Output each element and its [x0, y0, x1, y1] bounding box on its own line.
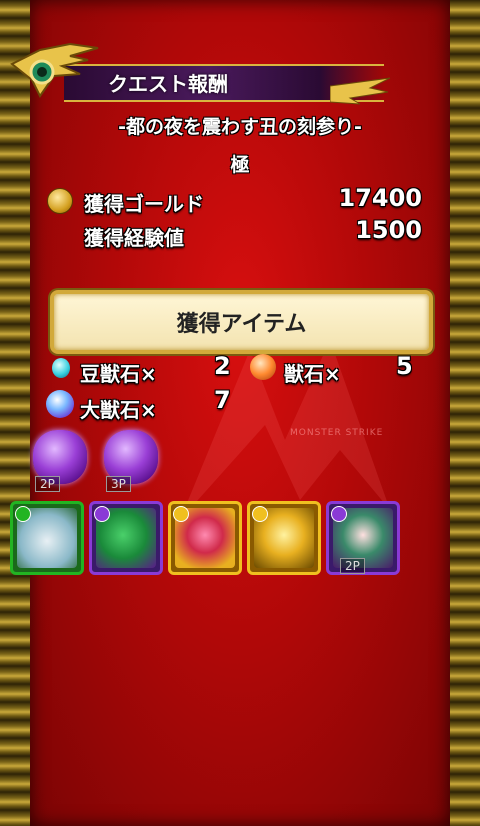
item-label-orb: 獣石× [284, 362, 341, 386]
light-element-icon [252, 506, 268, 522]
item-count-orb: 5 [396, 352, 413, 380]
egg-tag: 3P [106, 476, 131, 492]
monster-card-jester[interactable] [168, 501, 242, 575]
exp-value: 1500 [355, 216, 422, 244]
screen-frame: MONSTER STRIKE クエスト報酬 -都の夜を震わす丑の刻参り- 極 獲… [0, 0, 480, 826]
monster-card-gold-creature[interactable] [247, 501, 321, 575]
light-element-icon [173, 506, 189, 522]
small-orb-icon [52, 358, 70, 378]
egg-tag: 2P [35, 476, 60, 492]
gold-value: 17400 [338, 184, 423, 212]
exp-label: 獲得経験値 [84, 226, 184, 250]
header-title: クエスト報酬 [108, 72, 228, 96]
dark-element-icon [94, 506, 110, 522]
watermark-text: MONSTER STRIKE [290, 428, 384, 438]
monster-card-ghost[interactable] [10, 501, 84, 575]
items-title: 獲得アイテム [176, 312, 307, 337]
monster-tag: 2P [340, 558, 365, 574]
large-orb-icon [46, 390, 74, 418]
orb-icon [250, 354, 276, 380]
header-emblem-icon [10, 42, 99, 98]
item-count-small-orb: 2 [214, 352, 231, 380]
quest-name: -都の夜を震わす丑の刻参り- [118, 116, 362, 138]
monster-card-lizard[interactable] [89, 501, 163, 575]
item-count-large-orb: 7 [214, 386, 231, 414]
dark-element-icon [331, 506, 347, 522]
gold-label: 獲得ゴールド [84, 192, 204, 216]
quest-difficulty: 極 [230, 154, 250, 176]
header-wing-right-icon [330, 77, 391, 105]
item-label-large-orb: 大獣石× [80, 398, 157, 422]
wood-element-icon [15, 506, 31, 522]
item-label-small-orb: 豆獣石× [80, 362, 157, 386]
gold-coin-icon [47, 188, 73, 214]
